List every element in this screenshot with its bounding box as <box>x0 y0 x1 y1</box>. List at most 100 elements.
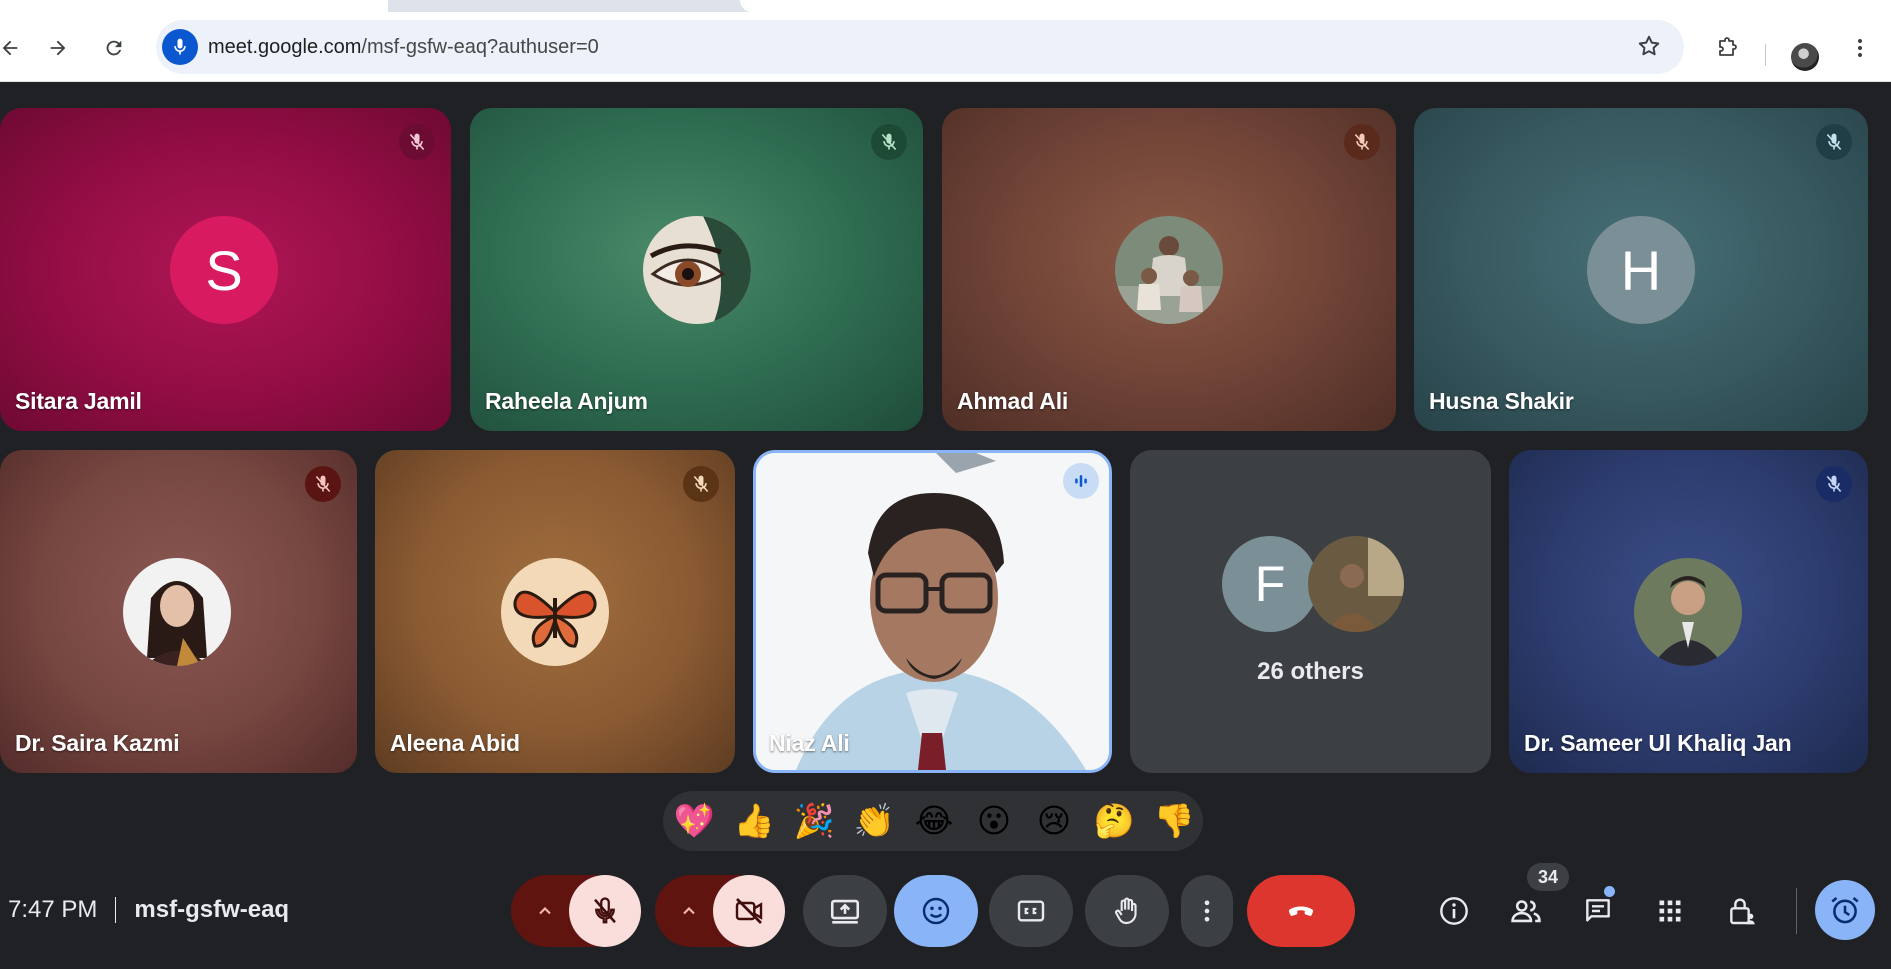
kebab-menu-icon <box>1858 39 1862 57</box>
more-options-button[interactable] <box>1181 875 1233 947</box>
reaction-sparkling-heart[interactable]: 💖 <box>672 799 716 843</box>
video-control-group <box>655 875 785 947</box>
microphone-toggle-button[interactable] <box>569 875 641 947</box>
avatar <box>1634 558 1742 666</box>
extensions-button[interactable] <box>1711 32 1743 64</box>
reaction-thumbs-down[interactable]: 👎 <box>1152 799 1196 843</box>
site-mic-indicator[interactable] <box>162 29 198 65</box>
avatar-initial: H <box>1620 238 1662 302</box>
present-screen-button[interactable] <box>803 875 887 947</box>
avatar <box>123 558 231 666</box>
profile-avatar[interactable] <box>1791 43 1819 71</box>
mic-off-icon <box>409 133 425 151</box>
audio-control-group <box>511 875 641 947</box>
avatar <box>643 216 751 324</box>
forward-button[interactable] <box>42 32 74 64</box>
avatar: F <box>1222 536 1318 632</box>
participant-name: Raheela Anjum <box>485 388 648 414</box>
avatar-initial: F <box>1254 556 1286 612</box>
reaction-laughing[interactable]: 😂 <box>912 799 956 843</box>
participant-tile-others[interactable]: F 26 others <box>1130 450 1491 773</box>
bookmark-star-button[interactable] <box>1636 33 1662 64</box>
people-icon <box>1511 900 1541 923</box>
reaction-bar: 💖 👍 🎉 👏 😂 😮 😢 🤔 👎 <box>663 791 1203 851</box>
timer-button[interactable] <box>1815 880 1875 940</box>
controls-divider <box>1796 888 1797 934</box>
participant-name: Aleena Abid <box>390 730 520 756</box>
mic-off-icon <box>693 475 709 493</box>
mic-off-icon <box>1826 133 1842 151</box>
participant-tile-sameer[interactable]: Dr. Sameer Ul Khaliq Jan <box>1509 450 1868 773</box>
muted-indicator <box>399 124 435 160</box>
reactions-button[interactable] <box>894 875 978 947</box>
participant-tile-husna[interactable]: H Husna Shakir <box>1414 108 1868 431</box>
clock-time: 7:47 PM <box>8 896 98 923</box>
captions-button[interactable] <box>989 875 1073 947</box>
url-host: meet.google.com <box>208 36 362 58</box>
participant-name: Sitara Jamil <box>15 388 142 414</box>
browser-tab-strip <box>0 0 1891 12</box>
meeting-details-button[interactable] <box>1434 891 1474 931</box>
chevron-up-icon <box>683 907 695 915</box>
more-vert-icon <box>1204 900 1210 922</box>
info-icon <box>1440 897 1468 925</box>
url-path: /msf-gsfw-eaq?authuser=0 <box>361 36 599 58</box>
avatar-photo <box>1308 536 1404 632</box>
portrait-photo-avatar <box>123 558 231 666</box>
meeting-info: 7:47 PM msf-gsfw-eaq <box>8 896 289 924</box>
muted-indicator <box>1816 124 1852 160</box>
reaction-surprised[interactable]: 😮 <box>972 799 1016 843</box>
avatar <box>501 558 609 666</box>
participant-name: Husna Shakir <box>1429 388 1574 414</box>
participant-name: Ahmad Ali <box>957 388 1069 414</box>
participant-name: Niaz Ali <box>769 730 850 756</box>
reaction-clapping[interactable]: 👏 <box>852 799 896 843</box>
reload-button[interactable] <box>98 32 130 64</box>
meeting-code: msf-gsfw-eaq <box>134 896 290 923</box>
participant-tile-aleena[interactable]: Aleena Abid <box>375 450 735 773</box>
reaction-thumbs-up[interactable]: 👍 <box>732 799 776 843</box>
participant-tile-niaz-speaking[interactable]: Niaz Ali <box>753 450 1112 773</box>
toolbar-separator <box>1765 44 1766 66</box>
camera-off-icon <box>735 898 763 924</box>
host-controls-button[interactable] <box>1722 891 1762 931</box>
muted-indicator <box>683 466 719 502</box>
puzzle-icon <box>1719 37 1737 56</box>
avatar <box>1115 216 1223 324</box>
hang-up-icon <box>1288 906 1314 916</box>
leave-call-button[interactable] <box>1247 875 1355 947</box>
browser-menu-button[interactable] <box>1844 32 1876 64</box>
camera-toggle-button[interactable] <box>713 875 785 947</box>
chevron-up-icon <box>539 907 551 915</box>
participant-tile-saira[interactable]: Dr. Saira Kazmi <box>0 450 357 773</box>
chat-icon <box>1586 899 1610 922</box>
participant-tile-ahmad[interactable]: Ahmad Ali <box>942 108 1396 431</box>
participant-name: Dr. Saira Kazmi <box>15 730 180 756</box>
chat-button[interactable] <box>1578 891 1618 931</box>
eye-artwork-avatar <box>643 216 751 324</box>
people-button[interactable] <box>1506 891 1546 931</box>
muted-indicator <box>871 124 907 160</box>
others-count-label: 26 others <box>1257 658 1364 685</box>
alarm-clock-icon <box>1831 896 1859 924</box>
browser-toolbar: meet.google.com/msf-gsfw-eaq?authuser=0 <box>0 12 1891 82</box>
speaking-indicator <box>1063 463 1099 499</box>
browser-tab[interactable] <box>0 0 388 12</box>
participant-tile-sitara[interactable]: S Sitara Jamil <box>0 108 451 431</box>
mic-off-icon <box>1354 133 1370 151</box>
hand-icon <box>1115 897 1137 925</box>
reaction-party-popper[interactable]: 🎉 <box>792 799 836 843</box>
activities-button[interactable] <box>1650 891 1690 931</box>
reaction-thinking[interactable]: 🤔 <box>1092 799 1136 843</box>
muted-indicator <box>305 466 341 502</box>
mic-off-icon <box>315 475 331 493</box>
participant-tile-raheela[interactable]: Raheela Anjum <box>470 108 923 431</box>
reaction-crying[interactable]: 😢 <box>1032 799 1076 843</box>
person-photo-avatar <box>1308 536 1404 632</box>
back-button[interactable] <box>0 32 26 64</box>
mic-off-icon <box>881 133 897 151</box>
reload-icon <box>106 40 122 56</box>
raise-hand-button[interactable] <box>1085 875 1169 947</box>
address-bar[interactable]: meet.google.com/msf-gsfw-eaq?authuser=0 <box>156 20 1684 74</box>
browser-tab-active[interactable] <box>740 0 1891 12</box>
